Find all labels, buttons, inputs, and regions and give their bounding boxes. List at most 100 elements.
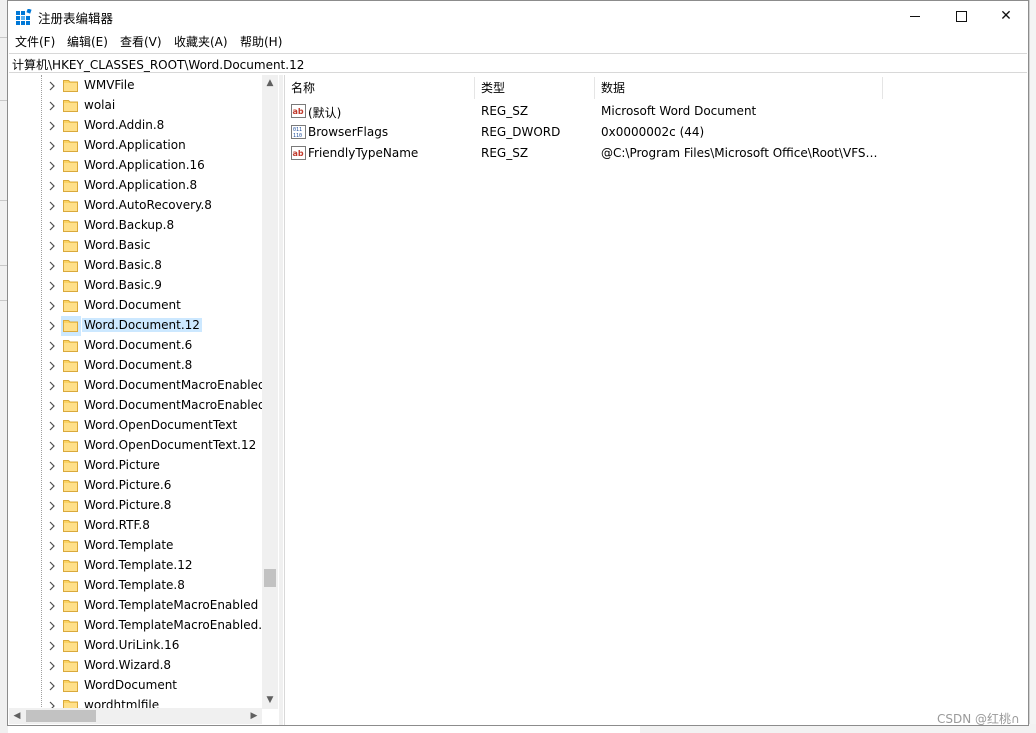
tree-item[interactable]: Word.TemplateMacroEnabled	[9, 596, 269, 616]
tree-item[interactable]: WMVFile	[9, 76, 269, 96]
tree-item[interactable]: Word.DocumentMacroEnabled	[9, 376, 269, 396]
folder-icon	[63, 640, 78, 652]
column-header-data[interactable]: 数据	[595, 77, 883, 99]
tree-item-label: Word.Document	[84, 298, 181, 312]
tree-item[interactable]: Word.RTF.8	[9, 516, 269, 536]
tree-horizontal-scrollbar[interactable]: ◀ ▶	[9, 708, 262, 724]
chevron-right-icon[interactable]	[47, 281, 57, 291]
chevron-right-icon[interactable]	[47, 181, 57, 191]
tree-item-label: Word.Template.12	[84, 558, 193, 572]
tree-item[interactable]: Word.UriLink.16	[9, 636, 269, 656]
watermark: CSDN @红桃∩	[937, 712, 1020, 726]
chevron-right-icon[interactable]	[47, 361, 57, 371]
value-row[interactable]: ab FriendlyTypeName REG_SZ @C:\Program File…	[285, 143, 885, 163]
chevron-right-icon[interactable]	[47, 681, 57, 691]
menu-favorites[interactable]: 收藏夹(A)	[174, 33, 228, 50]
chevron-right-icon[interactable]	[47, 621, 57, 631]
tree-item[interactable]: Word.Basic.9	[9, 276, 269, 296]
chevron-right-icon[interactable]	[47, 81, 57, 91]
tree-item[interactable]: WordDocument	[9, 676, 269, 696]
tree-item[interactable]: Word.Application	[9, 136, 269, 156]
tree-item[interactable]: Word.Backup.8	[9, 216, 269, 236]
tree-item[interactable]: wolai	[9, 96, 269, 116]
value-row[interactable]: ab (默认) REG_SZ Microsoft Word Document	[285, 101, 885, 121]
chevron-right-icon[interactable]	[47, 121, 57, 131]
chevron-right-icon[interactable]	[47, 461, 57, 471]
minimize-button[interactable]	[892, 1, 938, 31]
tree-horizontal-scroll-thumb[interactable]	[26, 710, 96, 722]
tree-item[interactable]: Word.AutoRecovery.8	[9, 196, 269, 216]
tree-item[interactable]: Word.Document.12	[9, 316, 269, 336]
tree-vertical-scrollbar[interactable]: ▲ ▼	[262, 75, 278, 709]
menu-view[interactable]: 查看(V)	[120, 33, 162, 50]
chevron-right-icon[interactable]	[47, 381, 57, 391]
tree-item[interactable]: Word.DocumentMacroEnabled	[9, 396, 269, 416]
folder-icon	[63, 440, 78, 452]
maximize-button[interactable]	[938, 1, 984, 31]
tree-item[interactable]: Word.Picture.8	[9, 496, 269, 516]
column-header-type[interactable]: 类型	[475, 77, 595, 99]
chevron-right-icon[interactable]	[47, 201, 57, 211]
chevron-right-icon[interactable]	[47, 261, 57, 271]
tree-item[interactable]: Word.Basic	[9, 236, 269, 256]
scroll-up-arrow-icon[interactable]: ▲	[262, 75, 278, 91]
chevron-right-icon[interactable]	[47, 441, 57, 451]
menu-file[interactable]: 文件(F)	[15, 33, 55, 50]
tree-item-label: Word.UriLink.16	[84, 638, 180, 652]
address-bar[interactable]: 计算机\HKEY_CLASSES_ROOT\Word.Document.12	[9, 53, 1027, 73]
chevron-right-icon[interactable]	[47, 241, 57, 251]
tree-item[interactable]: Word.Wizard.8	[9, 656, 269, 676]
chevron-right-icon[interactable]	[47, 481, 57, 491]
tree-item[interactable]: Word.Application.8	[9, 176, 269, 196]
folder-icon	[63, 240, 78, 252]
pane-splitter[interactable]	[279, 75, 283, 725]
tree-item[interactable]: Word.Application.16	[9, 156, 269, 176]
folder-icon	[63, 540, 78, 552]
chevron-right-icon[interactable]	[47, 421, 57, 431]
tree-item[interactable]: Word.Document	[9, 296, 269, 316]
tree-item[interactable]: Word.Picture	[9, 456, 269, 476]
address-path[interactable]: 计算机\HKEY_CLASSES_ROOT\Word.Document.12	[12, 56, 304, 73]
tree-item[interactable]: Word.Basic.8	[9, 256, 269, 276]
column-header-name[interactable]: 名称	[285, 77, 475, 99]
chevron-right-icon[interactable]	[47, 221, 57, 231]
menu-help[interactable]: 帮助(H)	[240, 33, 282, 50]
chevron-right-icon[interactable]	[47, 641, 57, 651]
chevron-right-icon[interactable]	[47, 561, 57, 571]
chevron-right-icon[interactable]	[47, 521, 57, 531]
chevron-right-icon[interactable]	[47, 541, 57, 551]
chevron-right-icon[interactable]	[47, 401, 57, 411]
tree-item[interactable]: Word.Addin.8	[9, 116, 269, 136]
scroll-right-arrow-icon[interactable]: ▶	[246, 708, 262, 724]
tree-vertical-scroll-thumb[interactable]	[264, 569, 276, 587]
tree-item[interactable]: Word.Template.12	[9, 556, 269, 576]
tree-item[interactable]: Word.Document.8	[9, 356, 269, 376]
chevron-right-icon[interactable]	[47, 141, 57, 151]
tree-item[interactable]: Word.OpenDocumentText.12	[9, 436, 269, 456]
value-row[interactable]: 011 110 BrowserFlags REG_DWORD 0x0000002c (4…	[285, 122, 885, 142]
tree-item-label: Word.Template.8	[84, 578, 185, 592]
tree-item[interactable]: Word.Template.8	[9, 576, 269, 596]
value-type: REG_SZ	[481, 146, 529, 160]
chevron-right-icon[interactable]	[47, 341, 57, 351]
menu-bar: 文件(F) 编辑(E) 查看(V) 收藏夹(A) 帮助(H)	[8, 32, 1028, 52]
scroll-down-arrow-icon[interactable]: ▼	[262, 692, 278, 708]
scroll-left-arrow-icon[interactable]: ◀	[9, 708, 25, 724]
chevron-right-icon[interactable]	[47, 501, 57, 511]
folder-icon	[63, 600, 78, 612]
tree-item[interactable]: Word.Template	[9, 536, 269, 556]
chevron-right-icon[interactable]	[47, 661, 57, 671]
chevron-right-icon[interactable]	[47, 581, 57, 591]
tree-item[interactable]: Word.Document.6	[9, 336, 269, 356]
tree-item[interactable]: Word.TemplateMacroEnabled.	[9, 616, 269, 636]
tree-item[interactable]: Word.Picture.6	[9, 476, 269, 496]
chevron-right-icon[interactable]	[47, 321, 57, 331]
folder-icon	[63, 380, 78, 392]
tree-item[interactable]: Word.OpenDocumentText	[9, 416, 269, 436]
chevron-right-icon[interactable]	[47, 161, 57, 171]
close-button[interactable]: ✕	[983, 1, 1029, 31]
chevron-right-icon[interactable]	[47, 601, 57, 611]
menu-edit[interactable]: 编辑(E)	[67, 33, 108, 50]
chevron-right-icon[interactable]	[47, 101, 57, 111]
chevron-right-icon[interactable]	[47, 301, 57, 311]
